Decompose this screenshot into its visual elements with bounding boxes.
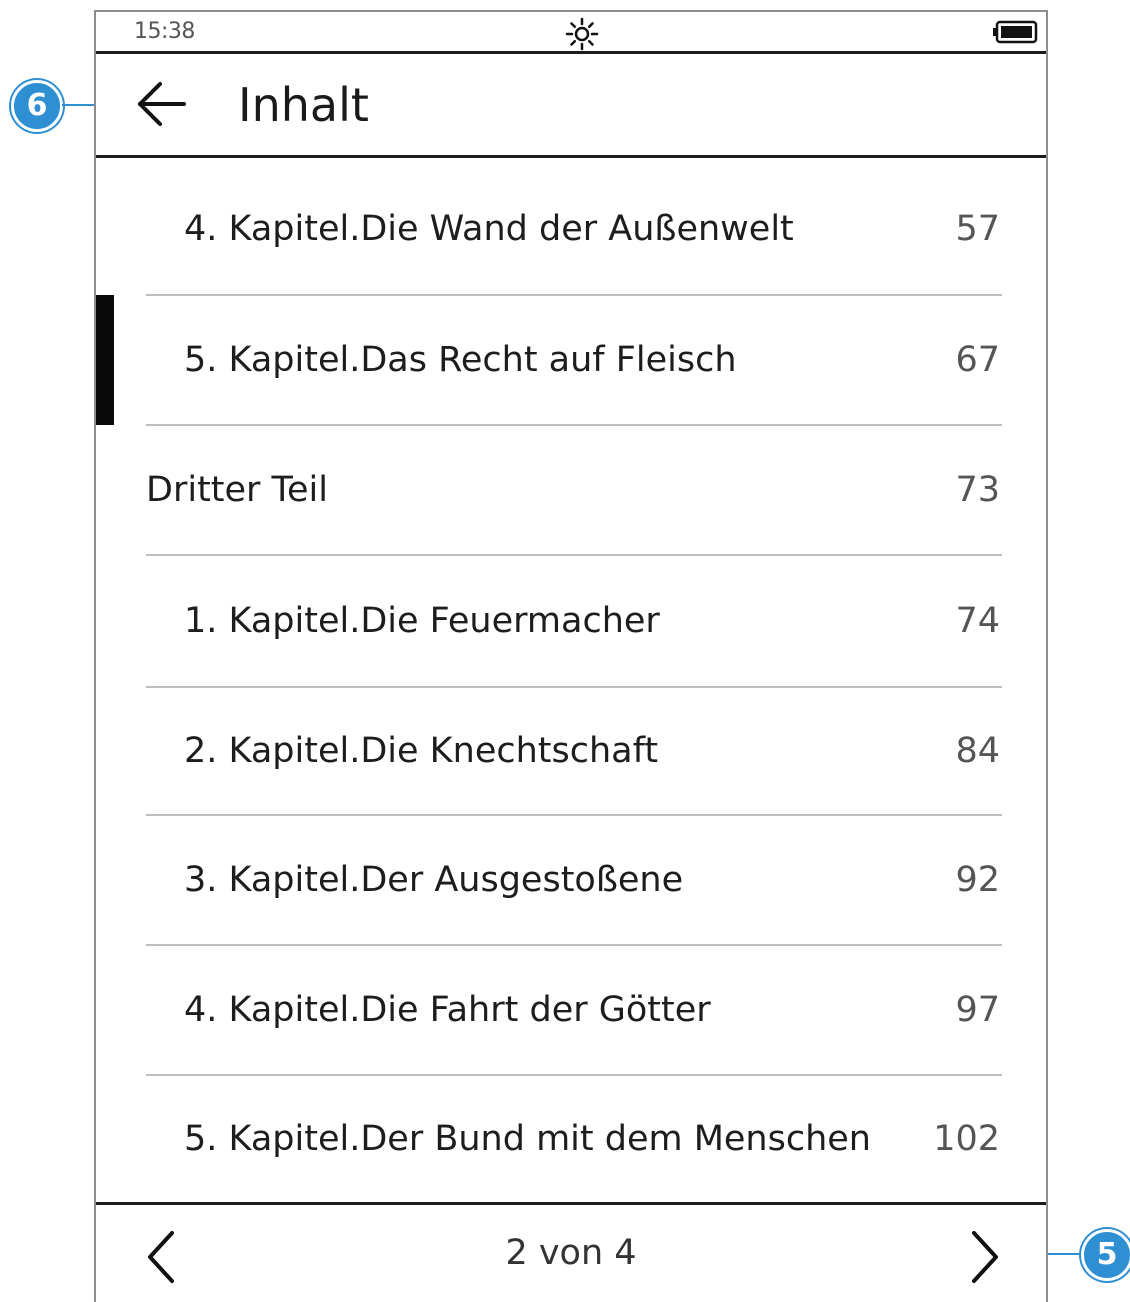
- toc-item-page: 74: [955, 601, 1000, 641]
- toc-item[interactable]: Dritter Teil 73: [146, 426, 1002, 554]
- toc-item-label: 1. Kapitel.Die Feuermacher: [184, 601, 660, 641]
- ereader-screen: 15:38 Inhalt 4. Kapitel.Die Wand der Auß…: [94, 10, 1048, 1302]
- toc-item[interactable]: 5. Kapitel.Der Bund mit dem Menschen 102: [146, 1076, 1002, 1202]
- toc-item-label: 3. Kapitel.Der Ausgestoßene: [184, 860, 684, 900]
- toc-item-page: 97: [955, 990, 1000, 1030]
- toc-item-page: 73: [955, 470, 1000, 510]
- toc-item-page: 57: [955, 209, 1000, 249]
- toc-item[interactable]: 5. Kapitel.Das Recht auf Fleisch 67: [146, 296, 1002, 424]
- toc-item-label: 4. Kapitel.Die Wand der Außenwelt: [184, 209, 794, 249]
- toc-list: 4. Kapitel.Die Wand der Außenwelt 57 5. …: [96, 158, 1046, 1202]
- toc-item-label: 5. Kapitel.Das Recht auf Fleisch: [184, 340, 737, 380]
- toc-item[interactable]: 4. Kapitel.Die Fahrt der Götter 97: [146, 946, 1002, 1074]
- toc-item-label: Dritter Teil: [146, 470, 328, 510]
- back-arrow-icon[interactable]: [132, 76, 192, 132]
- toc-item-label: 5. Kapitel.Der Bund mit dem Menschen: [184, 1119, 871, 1159]
- callout-badge-6: 6: [11, 80, 63, 132]
- toc-item-label: 4. Kapitel.Die Fahrt der Götter: [184, 990, 711, 1030]
- toc-item-page: 92: [955, 860, 1000, 900]
- toc-header: Inhalt: [96, 54, 1046, 158]
- toc-item[interactable]: 4. Kapitel.Die Wand der Außenwelt 57: [146, 164, 1002, 294]
- status-bar: 15:38: [96, 12, 1046, 54]
- toc-item-page: 67: [955, 340, 1000, 380]
- battery-icon: [993, 20, 1038, 44]
- toc-item[interactable]: 3. Kapitel.Der Ausgestoßene 92: [146, 816, 1002, 944]
- page-indicator: 2 von 4: [505, 1233, 637, 1273]
- callout-badge-5: 5: [1081, 1229, 1130, 1281]
- status-time: 15:38: [134, 19, 195, 44]
- page-title: Inhalt: [238, 78, 369, 132]
- toc-item[interactable]: 1. Kapitel.Die Feuermacher 74: [146, 556, 1002, 686]
- toc-item[interactable]: 2. Kapitel.Die Knechtschaft 84: [146, 688, 1002, 814]
- frontlight-icon[interactable]: [564, 16, 600, 52]
- toc-item-page: 84: [955, 731, 1000, 771]
- chevron-right-icon[interactable]: [964, 1227, 1004, 1287]
- pagination-footer: 2 von 4: [96, 1202, 1046, 1302]
- toc-item-label: 2. Kapitel.Die Knechtschaft: [184, 731, 659, 771]
- toc-item-page: 102: [933, 1119, 1000, 1159]
